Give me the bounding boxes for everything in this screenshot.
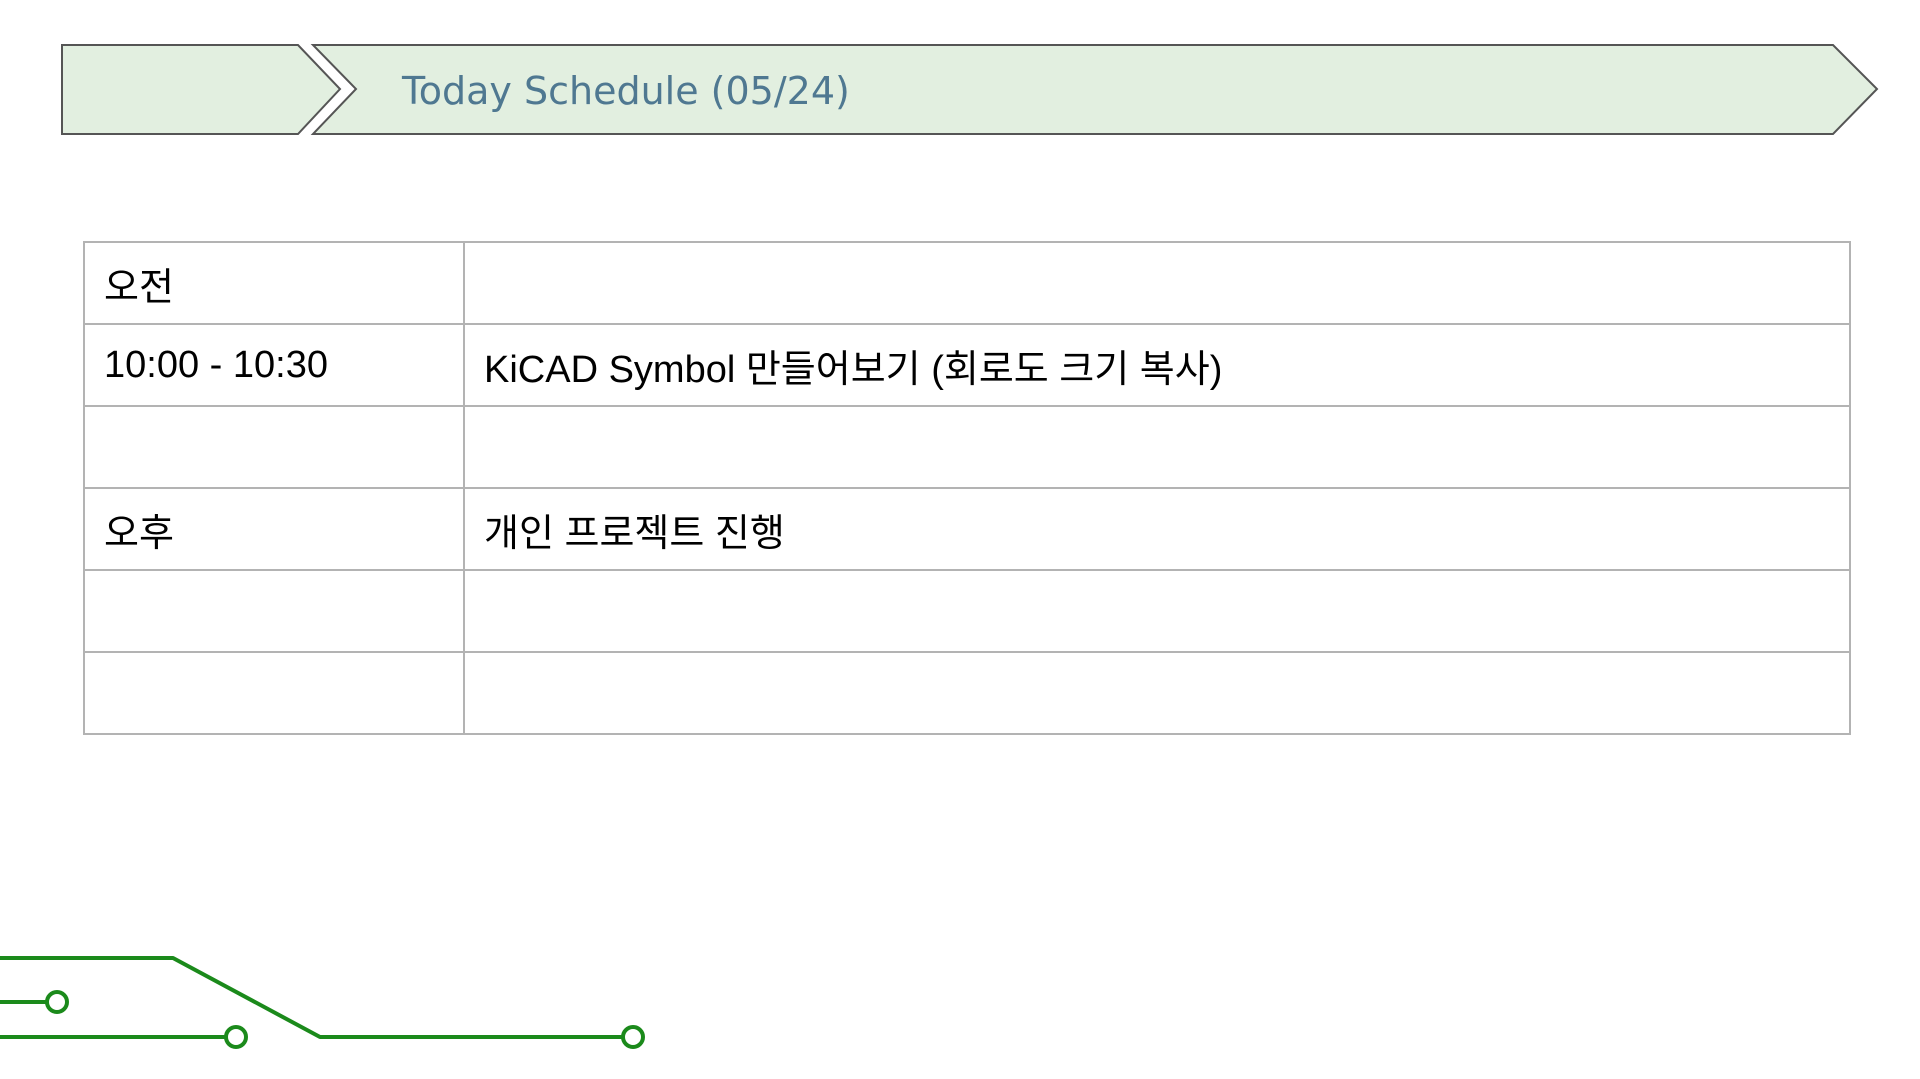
circuit-trace-decoration [0,956,645,1049]
time-cell: 오전 [83,241,465,325]
task-cell [463,569,1851,653]
task-cell [463,405,1851,489]
task-cell [463,241,1851,325]
task-cell [463,651,1851,735]
banner-left-chevron [61,44,342,135]
table-row [83,405,1851,489]
schedule-table: 오전 10:00 - 10:30 KiCAD Symbol 만들어보기 (회로도… [83,241,1851,735]
circuit-node-icon [45,990,69,1014]
time-cell: 오후 [83,487,465,571]
task-cell: 개인 프로젝트 진행 [463,487,1851,571]
circuit-node-icon [621,1025,645,1049]
time-cell [83,569,465,653]
table-row: 오전 [83,241,1851,325]
table-row: 10:00 - 10:30 KiCAD Symbol 만들어보기 (회로도 크기… [83,323,1851,407]
circuit-trace-top [0,956,626,1039]
page-title: Today Schedule (05/24) [402,69,850,113]
table-row: 오후 개인 프로젝트 진행 [83,487,1851,571]
circuit-node-icon [224,1025,248,1049]
table-row [83,651,1851,735]
header-banner [61,44,1879,135]
time-cell: 10:00 - 10:30 [83,323,465,407]
time-cell [83,405,465,489]
time-cell [83,651,465,735]
task-cell: KiCAD Symbol 만들어보기 (회로도 크기 복사) [463,323,1851,407]
table-row [83,569,1851,653]
